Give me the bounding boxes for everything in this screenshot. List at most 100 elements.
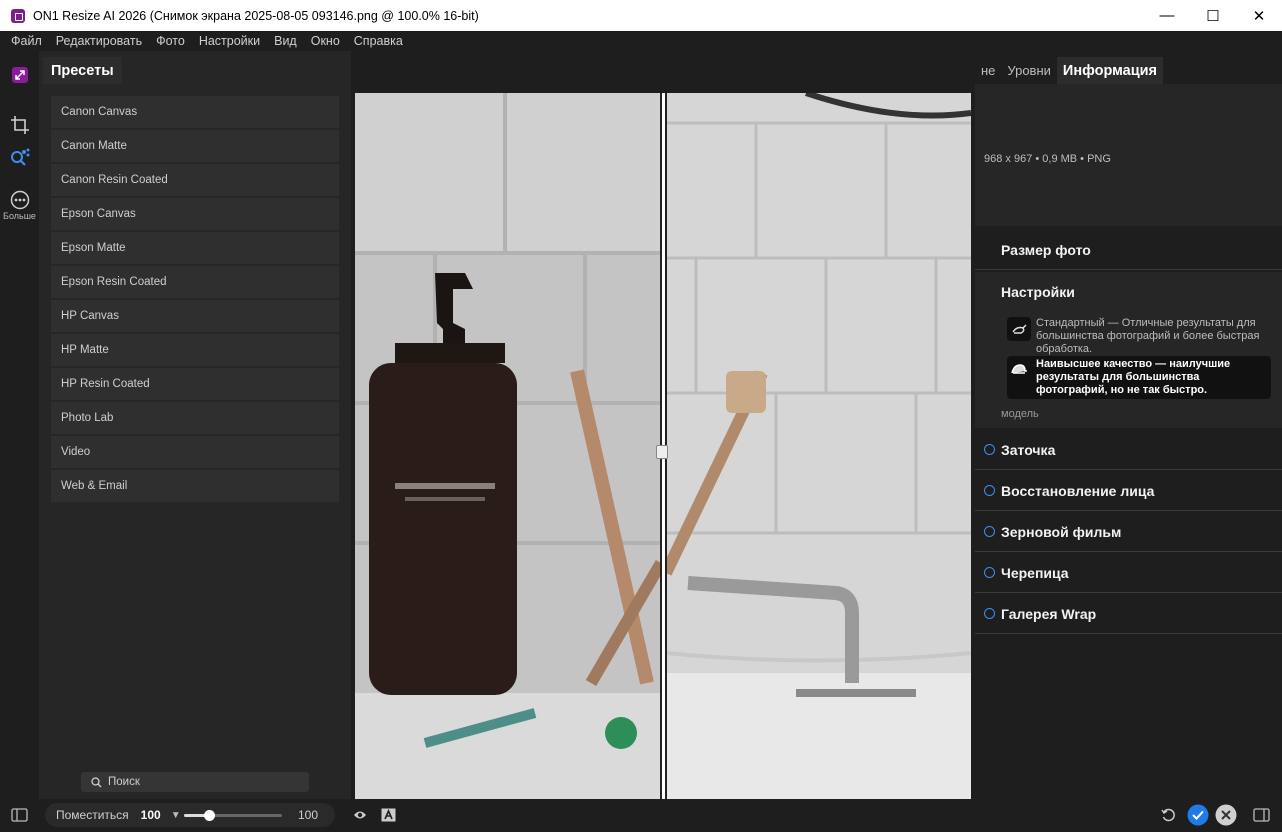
toggle-face-recovery[interactable] bbox=[984, 485, 995, 496]
menu-bar: Файл Редактировать Фото Настройки Вид Ок… bbox=[0, 31, 1282, 51]
menu-edit[interactable]: Редактировать bbox=[49, 34, 149, 48]
tab-navigator[interactable]: не bbox=[975, 57, 1001, 84]
photo-before bbox=[355, 93, 667, 799]
search-icon bbox=[91, 776, 102, 787]
section-sharpening[interactable]: Заточка bbox=[975, 430, 1282, 470]
tab-info[interactable]: Информация bbox=[1056, 57, 1163, 84]
preset-list: Canon Canvas Canon Matte Canon Resin Coa… bbox=[51, 96, 339, 504]
split-handle[interactable] bbox=[656, 445, 668, 459]
section-gallery-wrap[interactable]: Галерея Wrap bbox=[975, 594, 1282, 634]
preset-item[interactable]: HP Resin Coated bbox=[51, 368, 339, 400]
section-tiling-label: Черепица bbox=[1001, 564, 1069, 581]
preset-item[interactable]: Epson Matte bbox=[51, 232, 339, 264]
title-bar: ON1 Resize AI 2026 (Снимок экрана 2025-0… bbox=[0, 0, 1282, 31]
resize-icon bbox=[11, 67, 28, 83]
window-title: ON1 Resize AI 2026 (Снимок экрана 2025-0… bbox=[33, 8, 479, 23]
magnify-paw-icon bbox=[10, 148, 29, 166]
section-settings[interactable]: Настройки bbox=[975, 272, 1282, 312]
right-tabs: не Уровни Информация bbox=[975, 57, 1163, 84]
menu-window[interactable]: Окно bbox=[304, 34, 347, 48]
zoom-right-value: 100 bbox=[298, 808, 319, 822]
model-label: модель bbox=[1001, 408, 1039, 420]
section-photo-size[interactable]: Размер фото bbox=[975, 230, 1282, 270]
zoom-value[interactable]: 100 bbox=[141, 808, 161, 822]
section-film-grain-label: Зерновой фильм bbox=[1001, 523, 1122, 540]
maximize-button[interactable]: ☐ bbox=[1190, 0, 1236, 31]
preset-item[interactable]: Video bbox=[51, 436, 339, 468]
toggle-left-panel-button[interactable] bbox=[11, 808, 28, 822]
menu-photo[interactable]: Фото bbox=[149, 34, 192, 48]
cancel-button[interactable] bbox=[1215, 804, 1237, 826]
crop-tool[interactable] bbox=[0, 115, 39, 135]
reset-button[interactable] bbox=[1161, 808, 1176, 823]
preset-item[interactable]: HP Matte bbox=[51, 334, 339, 366]
minimize-button[interactable]: — bbox=[1144, 0, 1190, 31]
preset-search[interactable] bbox=[81, 772, 309, 792]
section-face-recovery[interactable]: Восстановление лица bbox=[975, 471, 1282, 511]
turtle-icon bbox=[1007, 358, 1031, 382]
option-standard[interactable]: Стандартный — Отличные результаты для бо… bbox=[1007, 317, 1271, 356]
preset-item[interactable]: Epson Canvas bbox=[51, 198, 339, 230]
zoom-slider[interactable] bbox=[184, 810, 282, 821]
more-label: Больше bbox=[3, 211, 36, 221]
menu-settings[interactable]: Настройки bbox=[192, 34, 267, 48]
section-face-recovery-label: Восстановление лица bbox=[1001, 482, 1155, 499]
photo-before-image bbox=[355, 93, 667, 799]
sidebar-left-icon bbox=[11, 808, 28, 822]
section-sharpening-label: Заточка bbox=[1001, 441, 1056, 458]
close-button[interactable]: ✕ bbox=[1236, 0, 1282, 31]
presets-tab[interactable]: Пресеты bbox=[43, 57, 122, 84]
hare-icon bbox=[1007, 317, 1031, 341]
ai-detail-tool[interactable] bbox=[0, 147, 39, 167]
confirm-button[interactable] bbox=[1187, 804, 1209, 826]
more-tool[interactable]: Больше bbox=[0, 190, 39, 221]
option-best-text: Наивысшее качество — наилучшие результат… bbox=[1036, 358, 1231, 396]
search-input[interactable] bbox=[108, 776, 288, 788]
sidebar-right-icon bbox=[1253, 808, 1270, 822]
resize-tool[interactable] bbox=[0, 66, 39, 84]
preset-item[interactable]: Canon Matte bbox=[51, 130, 339, 162]
section-gallery-wrap-label: Галерея Wrap bbox=[1001, 605, 1097, 622]
check-icon bbox=[1187, 804, 1209, 826]
option-best-quality[interactable]: Наивысшее качество — наилучшие результат… bbox=[1007, 356, 1271, 399]
option-standard-text: Стандартный — Отличные результаты для бо… bbox=[1036, 317, 1260, 355]
presets-panel: Пресеты Canon Canvas Canon Matte Canon R… bbox=[39, 51, 351, 799]
more-icon bbox=[10, 190, 29, 210]
preset-item[interactable]: Photo Lab bbox=[51, 402, 339, 434]
photo-preview[interactable] bbox=[355, 93, 971, 799]
toggle-sharpening[interactable] bbox=[984, 444, 995, 455]
eye-icon bbox=[354, 811, 366, 819]
menu-view[interactable]: Вид bbox=[267, 34, 304, 48]
settings-box: Настройки Стандартный — Отличные результ… bbox=[975, 272, 1282, 428]
crop-icon bbox=[10, 116, 29, 134]
section-photo-size-label: Размер фото bbox=[1001, 241, 1091, 258]
preset-item[interactable]: Web & Email bbox=[51, 470, 339, 502]
zoom-control: Поместиться 100 ▼ 100 bbox=[45, 803, 335, 827]
app-icon bbox=[11, 8, 25, 23]
chevron-down-icon[interactable]: ▼ bbox=[171, 810, 181, 821]
compare-button[interactable] bbox=[381, 808, 396, 822]
preset-item[interactable]: Canon Resin Coated bbox=[51, 164, 339, 196]
preset-item[interactable]: Epson Resin Coated bbox=[51, 266, 339, 298]
toggle-right-panel-button[interactable] bbox=[1253, 808, 1270, 822]
preset-item[interactable]: Canon Canvas bbox=[51, 96, 339, 128]
preset-item[interactable]: HP Canvas bbox=[51, 300, 339, 332]
toggle-film-grain[interactable] bbox=[984, 526, 995, 537]
preview-toggle-button[interactable] bbox=[353, 809, 367, 821]
menu-file[interactable]: Файл bbox=[4, 34, 49, 48]
right-panel: не Уровни Информация 968 x 967 • 0,9 MB … bbox=[975, 51, 1282, 799]
zoom-slider-knob[interactable] bbox=[203, 810, 215, 821]
section-tiling[interactable]: Черепица bbox=[975, 553, 1282, 593]
cancel-icon bbox=[1215, 804, 1237, 826]
tab-levels[interactable]: Уровни bbox=[1001, 57, 1056, 84]
bottom-bar: Поместиться 100 ▼ 100 bbox=[0, 799, 1282, 832]
compare-a-icon bbox=[381, 808, 396, 822]
toggle-tiling[interactable] bbox=[984, 567, 995, 578]
image-info: 968 x 967 • 0,9 MB • PNG bbox=[984, 153, 1111, 165]
section-film-grain[interactable]: Зерновой фильм bbox=[975, 512, 1282, 552]
info-box: 968 x 967 • 0,9 MB • PNG bbox=[975, 84, 1282, 226]
photo-after-image bbox=[660, 93, 971, 799]
toggle-gallery-wrap[interactable] bbox=[984, 608, 995, 619]
fit-button[interactable]: Поместиться bbox=[56, 808, 129, 822]
menu-help[interactable]: Справка bbox=[347, 34, 410, 48]
